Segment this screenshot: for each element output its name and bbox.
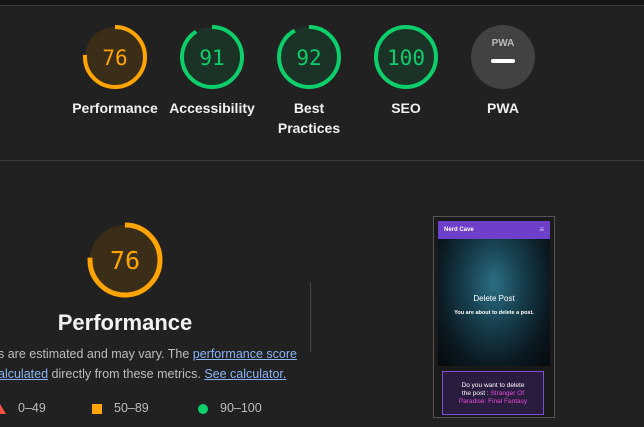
gauge-performance[interactable]: 76 Performance [65,24,165,118]
gauge-score: 76 [102,46,127,70]
performance-score-link[interactable]: performance score [193,347,297,361]
screenshot-hero-title: Delete Post [473,294,515,303]
gauge-label: SEO [391,100,421,116]
circle-icon [198,403,208,414]
gauge-score: 92 [296,46,321,70]
screenshot-hero: Delete Post You are about to delete a po… [438,239,550,366]
card-text: the post : Stranger Of [461,390,525,397]
legend-range: 50–89 [114,401,149,415]
gauge-label: PWA [487,100,519,116]
legend-range: 90–100 [220,401,262,415]
calculated-link[interactable]: alculated [0,367,48,381]
legend-range: 0–49 [18,401,46,415]
screenshot-navbar: Nerd Cave ≡ [438,221,550,239]
dash-icon [491,59,515,63]
card-text: Paradise: Final Fantasy [458,398,528,405]
hamburger-icon: ≡ [539,225,544,234]
performance-description: s are estimated and may vary. The perfor… [0,344,298,384]
page-screenshot-thumbnail[interactable]: Nerd Cave ≡ Delete Post You are about to… [433,216,555,418]
performance-main-gauge[interactable]: 76 [86,221,164,304]
desc-text: directly from these metrics. [48,367,205,381]
desc-text: s are estimated and may vary. The [0,347,193,361]
square-icon [92,403,102,414]
gauge-best-practices[interactable]: 92 Best Practices [259,24,359,138]
gauge-label: Accessibility [169,100,255,116]
top-border [0,0,644,6]
legend-fail: 0–49 [0,401,46,415]
triangle-icon [0,403,6,414]
gauge-score: 100 [387,46,425,70]
screenshot-hero-subtitle: You are about to delete a post. [454,310,534,316]
card-text: Do you want to delete [461,382,525,389]
section-divider [0,160,644,161]
main-score: 76 [110,246,140,275]
gauge-pwa[interactable]: PWA PWA [453,24,553,118]
screenshot-confirm-card: Do you want to delete the post : Strange… [442,371,544,415]
score-gauges-row: 76 Performance 91 Accessibility 92 Best … [0,24,644,149]
gauge-accessibility[interactable]: 91 Accessibility [162,24,262,118]
legend-average: 50–89 [92,401,149,415]
gauge-score: 91 [199,46,224,70]
vertical-divider [310,282,311,352]
screenshot-brand: Nerd Cave [444,227,474,233]
see-calculator-link[interactable]: See calculator. [204,367,286,381]
gauge-label: Best Practices [277,100,341,136]
legend-pass: 90–100 [198,401,262,415]
gauge-seo[interactable]: 100 SEO [356,24,456,118]
pwa-badge-icon: PWA [492,38,515,49]
performance-title: Performance [57,310,193,335]
gauge-label: Performance [72,100,158,116]
